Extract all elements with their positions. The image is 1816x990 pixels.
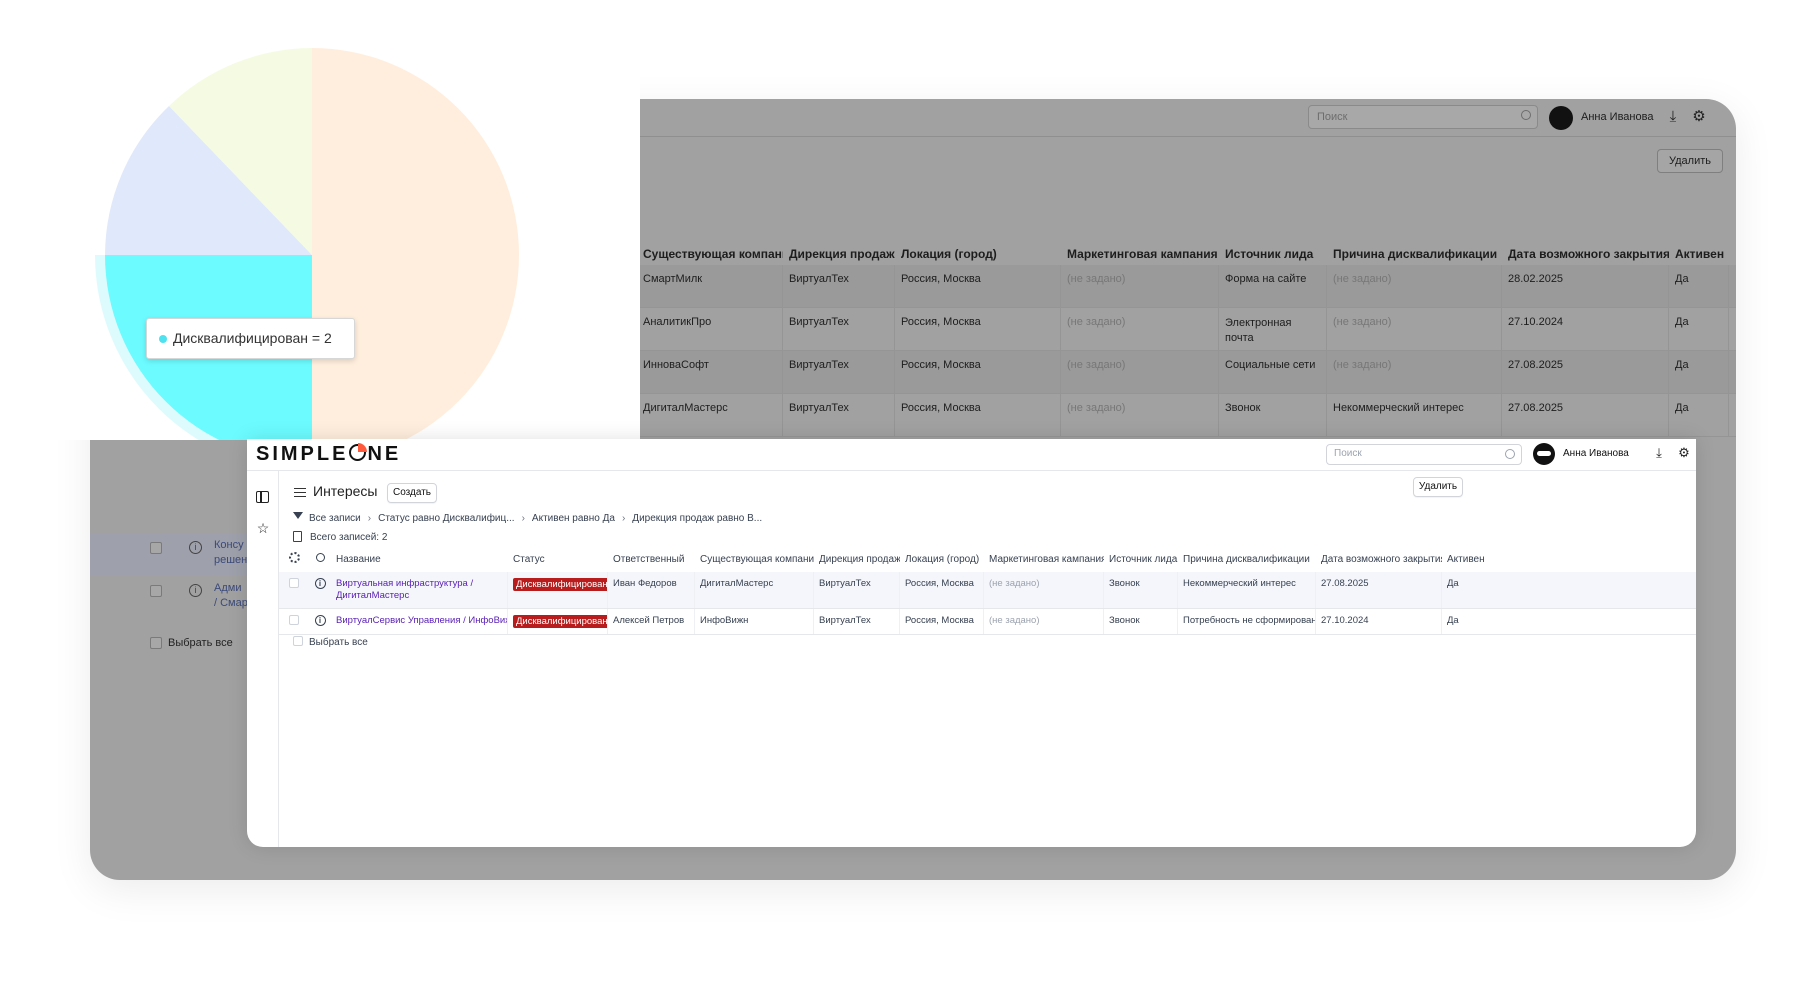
delete-button[interactable]: Удалить xyxy=(1413,477,1463,497)
star-icon[interactable]: ☆ xyxy=(256,521,270,535)
avatar[interactable] xyxy=(1533,443,1555,465)
filter-condition-active[interactable]: Активен равно Да xyxy=(532,513,615,524)
background-left-rows: i Консу решен i Адми / Смар xyxy=(90,533,250,619)
list-item[interactable]: i Адми / Смар xyxy=(90,576,250,619)
column-header-campaign[interactable]: Маркетинговая кампания xyxy=(984,554,1104,565)
user-name[interactable]: Анна Иванова xyxy=(1563,448,1629,459)
pie-slice-1 xyxy=(312,48,519,462)
column-header-company[interactable]: Существующая компания xyxy=(695,554,814,565)
search-input[interactable]: Поиск xyxy=(1326,444,1522,465)
record-count: Всего записей: 2 xyxy=(293,531,387,543)
row-checkbox[interactable] xyxy=(289,578,299,588)
stage: { "background_window": { "search_placeho… xyxy=(0,0,1816,990)
document-icon xyxy=(293,531,302,542)
row-checkbox[interactable] xyxy=(150,585,162,597)
column-header-location[interactable]: Локация (город) xyxy=(900,554,984,565)
column-header-reason[interactable]: Причина дисквалификации xyxy=(1178,554,1316,565)
table-header: Существующая компания Дирекция продаж Ло… xyxy=(643,247,1725,261)
select-all[interactable]: Выбрать все xyxy=(293,636,368,648)
create-button[interactable]: Создать xyxy=(387,483,437,503)
menu-icon[interactable] xyxy=(294,488,306,497)
info-icon[interactable]: i xyxy=(189,584,202,597)
column-header-active[interactable]: Активен xyxy=(1442,554,1490,565)
delete-button[interactable]: Удалить xyxy=(1657,149,1723,173)
chart-tooltip: Дисквалифицирован = 2 xyxy=(146,318,355,359)
select-all[interactable]: Выбрать все xyxy=(150,637,233,650)
legend-dot xyxy=(159,335,167,344)
divider xyxy=(247,470,1696,471)
info-icon[interactable]: i xyxy=(314,615,326,626)
search-icon xyxy=(1505,449,1515,459)
status-badge: Дисквалифицирован xyxy=(513,578,607,591)
gear-icon[interactable]: ⚙ xyxy=(1676,445,1692,461)
download-icon[interactable]: ⤓ xyxy=(1651,445,1667,461)
filter-all[interactable]: Все записи xyxy=(309,513,361,524)
table-row[interactable]: СмартМилк ВиртуалТех Россия, Москва (не … xyxy=(637,265,1736,308)
info-icon[interactable]: i xyxy=(314,578,326,589)
table-row[interactable]: АналитикПро ВиртуалТех Россия, Москва (н… xyxy=(637,308,1736,351)
background-search-input[interactable]: Поиск xyxy=(1308,105,1538,129)
filter-icon[interactable] xyxy=(293,512,303,522)
avatar[interactable] xyxy=(1549,106,1573,130)
pie-svg xyxy=(95,48,519,472)
logo[interactable]: SIMPLE NE xyxy=(256,443,401,466)
info-icon[interactable]: i xyxy=(189,541,202,554)
column-header-source[interactable]: Источник лида xyxy=(1104,554,1178,565)
status-badge: Дисквалифицирован xyxy=(513,615,607,628)
row-checkbox[interactable] xyxy=(150,542,162,554)
search-icon xyxy=(1521,110,1531,120)
breadcrumb: Все записи › Статус равно Дисквалифиц... › А… xyxy=(293,512,762,524)
column-header-date[interactable]: Дата возможного закрытия xyxy=(1316,554,1442,565)
column-search-icon[interactable] xyxy=(315,553,325,562)
table-row[interactable]: i Виртуальная инфраструктура / ДигиталМа… xyxy=(279,572,1696,609)
select-all-checkbox[interactable] xyxy=(293,636,303,646)
gear-icon[interactable]: ⚙ xyxy=(1690,108,1708,126)
record-link[interactable]: Виртуальная инфраструктура / ДигиталМаст… xyxy=(331,572,508,608)
records-table: Название Статус Ответственный Существующ… xyxy=(279,546,1696,635)
column-header-name[interactable]: Название xyxy=(331,554,508,565)
user-name[interactable]: Анна Иванова xyxy=(1581,111,1653,123)
filter-condition-direction[interactable]: Дирекция продаж равно В... xyxy=(632,513,762,524)
table-header: Название Статус Ответственный Существующ… xyxy=(279,546,1696,572)
table-row[interactable]: ДигиталМастерс ВиртуалТех Россия, Москва… xyxy=(637,394,1736,437)
front-window: SIMPLE NE Поиск Анна Иванова ⤓ ⚙ ☆ Интере… xyxy=(247,439,1696,847)
filter-condition-status[interactable]: Статус равно Дисквалифиц... xyxy=(378,513,514,524)
table-row[interactable]: i ВиртуалСервис Управления / ИнфоВижн Ди… xyxy=(279,609,1696,635)
pie-chart: Дисквалифицирован = 2 xyxy=(0,0,640,472)
background-table: Существующая компания Дирекция продаж Ло… xyxy=(637,239,1736,437)
list-item[interactable]: i Консу решен xyxy=(90,533,250,576)
page-title: Интересы xyxy=(313,483,378,499)
column-header-status[interactable]: Статус xyxy=(508,554,608,565)
select-all-checkbox[interactable] xyxy=(150,637,162,650)
table-row[interactable]: ИнноваСофт ВиртуалТех Россия, Москва (не… xyxy=(637,351,1736,394)
download-icon[interactable]: ⤓ xyxy=(1664,108,1682,126)
column-settings-icon[interactable] xyxy=(288,552,300,563)
row-checkbox[interactable] xyxy=(289,615,299,625)
sidebar: ☆ xyxy=(247,471,279,847)
sidebar-toggle-icon[interactable] xyxy=(256,491,269,503)
column-header-owner[interactable]: Ответственный xyxy=(608,554,695,565)
logo-o xyxy=(349,443,368,461)
record-link[interactable]: ВиртуалСервис Управления / ИнфоВижн xyxy=(331,609,508,634)
column-header-direction[interactable]: Дирекция продаж xyxy=(814,554,900,565)
